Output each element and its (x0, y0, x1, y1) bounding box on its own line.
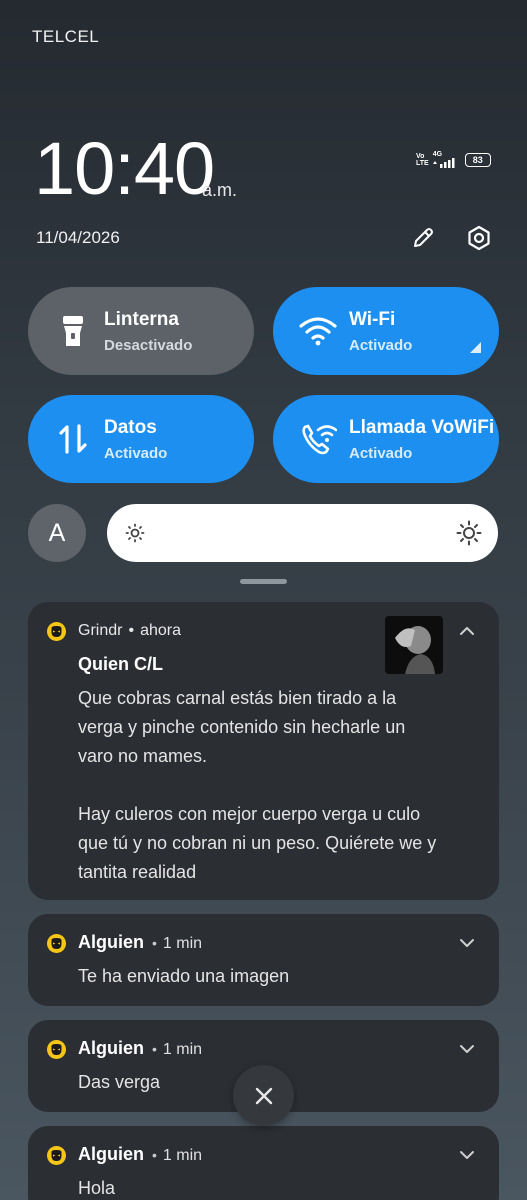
tile-wifi[interactable]: Wi-Fi Activado (273, 287, 499, 375)
expand-chevron-icon[interactable] (459, 1150, 475, 1160)
clock-ampm: a.m. (202, 180, 238, 200)
brightness-high-icon (456, 520, 482, 546)
signal-icon: 4G (432, 151, 457, 168)
notification-body: Que cobras carnal estás bien tirado a la… (78, 684, 436, 887)
tile-wifi-status: Activado (349, 336, 413, 354)
tile-data-status: Activado (104, 444, 168, 462)
data-arrows-icon (50, 416, 96, 462)
tile-wifi-calling[interactable]: Llamada VoWiFi Activado (273, 395, 499, 483)
brightness-slider[interactable] (107, 504, 498, 562)
body-line: verga y pinche contenido sin hecharle un (78, 717, 406, 737)
close-icon (255, 1087, 272, 1104)
notification-sender: Alguien (78, 932, 144, 952)
tile-data[interactable]: Datos Activado (28, 395, 254, 483)
notification-time: 1 min (162, 1147, 203, 1164)
notification-header: Alguien • 1 min (78, 1144, 202, 1165)
tile-flashlight[interactable]: Linterna Desactivado (28, 287, 254, 375)
clock-time: 10:40 (34, 127, 215, 210)
body-line: que tú y no cobran ni un peso. Quiérete … (78, 833, 437, 853)
tile-flashlight-title: Linterna (104, 308, 179, 330)
expand-corner-icon (470, 342, 481, 353)
network-type: 4G (432, 151, 443, 158)
notification-header: Alguien • 1 min (78, 932, 202, 953)
grindr-app-icon (47, 1146, 66, 1165)
tile-flashlight-status: Desactivado (104, 336, 193, 354)
wifi-icon (295, 308, 341, 354)
tile-wifi-calling-title: Llamada VoWiFi (349, 416, 495, 438)
notification-card[interactable]: Alguien • 1 min Te ha enviado una imagen (28, 914, 499, 1006)
app-name: Grindr (78, 622, 123, 639)
body-line: tantita realidad (78, 862, 197, 882)
notification-sender: Alguien (78, 1144, 144, 1164)
tile-wifi-title: Wi-Fi (349, 308, 396, 330)
notification-body: Hola (78, 1178, 116, 1198)
separator-dot: • (152, 1041, 157, 1057)
notification-card[interactable]: Grindr • ahora Quien C/L Que cobras carnal… (28, 602, 499, 900)
grindr-app-icon (47, 1040, 66, 1059)
notification-title: Quien C/L (78, 654, 163, 674)
expand-chevron-icon[interactable] (459, 938, 475, 948)
body-line: Hay culeros con mejor cuerpo verga u cul… (78, 804, 421, 824)
body-line (78, 771, 436, 800)
notification-card[interactable]: Alguien • 1 min Hola (28, 1126, 499, 1200)
separator-dot: • (152, 935, 157, 951)
body-line: Que cobras carnal estás bien tirado a la (78, 688, 397, 708)
notification-time: 1 min (162, 935, 203, 952)
notification-body: Das verga (78, 1072, 161, 1092)
carrier-label: TELCEL (32, 27, 100, 46)
gear-icon[interactable] (465, 224, 493, 252)
flashlight-icon (50, 308, 96, 354)
brightness-low-icon (125, 523, 145, 543)
panel-drag-handle[interactable] (240, 579, 287, 584)
separator-dot: • (128, 622, 135, 639)
wifi-call-icon (295, 416, 341, 462)
auto-brightness-button[interactable]: A (28, 504, 86, 562)
notification-thumbnail (385, 616, 443, 674)
date-label: 11/04/2026 (36, 228, 120, 247)
clear-all-button[interactable] (233, 1065, 294, 1126)
grindr-app-icon (47, 934, 66, 953)
notification-sender: Alguien (78, 1038, 144, 1058)
notification-header: Alguien • 1 min (78, 1038, 202, 1059)
grindr-app-icon (47, 622, 66, 641)
tile-data-title: Datos (104, 416, 157, 438)
collapse-chevron-icon[interactable] (459, 626, 475, 636)
body-line: varo no mames. (78, 746, 208, 766)
edit-icon[interactable] (410, 225, 436, 251)
status-icons: Vo LTE 4G 83 (416, 151, 491, 168)
tile-wifi-calling-status: Activado (349, 444, 413, 462)
battery-icon: 83 (464, 152, 491, 167)
notification-body: Te ha enviado una imagen (78, 966, 290, 986)
volte-indicator: Vo LTE (416, 152, 429, 167)
notification-time: 1 min (162, 1041, 203, 1058)
notification-time: ahora (140, 622, 181, 639)
expand-chevron-icon[interactable] (459, 1044, 475, 1054)
notification-app-line: Grindr • ahora (78, 622, 181, 640)
separator-dot: • (152, 1147, 157, 1163)
